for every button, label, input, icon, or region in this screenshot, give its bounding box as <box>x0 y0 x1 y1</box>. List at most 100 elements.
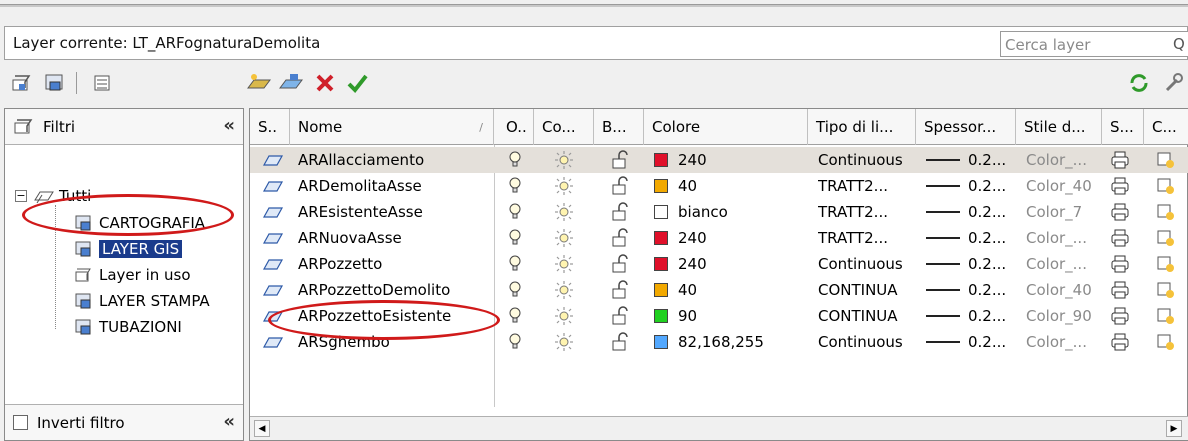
color-cell[interactable]: 40 <box>654 277 808 303</box>
invert-filter-checkbox[interactable] <box>13 415 28 430</box>
new-vp-freeze-icon[interactable] <box>1156 199 1186 225</box>
bulb-icon[interactable] <box>508 251 534 277</box>
table-row[interactable]: AREsistenteAsse bianco TRATT2... 0.2... … <box>250 199 1188 225</box>
new-vp-freeze-icon[interactable] <box>1156 225 1186 251</box>
scroll-right-icon[interactable]: ▶ <box>1166 420 1182 437</box>
bulb-icon[interactable] <box>508 147 534 173</box>
tree-item-layer-gis[interactable]: LAYER GIS <box>73 237 183 261</box>
new-vp-freeze-icon[interactable] <box>1156 329 1186 355</box>
column-lock[interactable]: B... <box>594 109 644 145</box>
tree-item-layer-in-uso[interactable]: Layer in uso <box>73 263 191 287</box>
plot-style-value[interactable]: Color_7 <box>1026 199 1102 225</box>
sun-icon[interactable] <box>554 329 584 355</box>
sun-icon[interactable] <box>554 277 584 303</box>
linetype-value[interactable]: TRATT2... <box>818 225 916 251</box>
plot-style-value[interactable]: Color_40 <box>1026 173 1102 199</box>
printer-icon[interactable] <box>1110 147 1140 173</box>
collapse-panel-button[interactable]: « <box>223 115 235 136</box>
delete-layer-icon[interactable] <box>310 68 340 98</box>
plot-style-value[interactable]: Color_... <box>1026 251 1102 277</box>
layer-name[interactable]: AREsistenteAsse <box>298 199 494 225</box>
layer-name[interactable]: ARPozzetto <box>298 251 494 277</box>
lineweight-cell[interactable]: 0.2... <box>926 329 1016 355</box>
table-row[interactable]: ARNuovaAsse 240 TRATT2... 0.2... Color_.… <box>250 225 1188 251</box>
lineweight-cell[interactable]: 0.2... <box>926 277 1016 303</box>
plot-style-value[interactable]: Color_40 <box>1026 277 1102 303</box>
unlock-icon[interactable] <box>610 251 640 277</box>
unlock-icon[interactable] <box>610 277 640 303</box>
color-cell[interactable]: 240 <box>654 225 808 251</box>
lineweight-cell[interactable]: 0.2... <box>926 251 1016 277</box>
tree-item-tubazioni[interactable]: TUBAZIONI <box>73 315 182 339</box>
bulb-icon[interactable] <box>508 199 534 225</box>
lineweight-cell[interactable]: 0.2... <box>926 225 1016 251</box>
column-freeze[interactable]: Co... <box>534 109 594 145</box>
printer-icon[interactable] <box>1110 225 1140 251</box>
linetype-value[interactable]: CONTINUA <box>818 277 916 303</box>
new-vp-freeze-icon[interactable] <box>1156 173 1186 199</box>
new-vp-freeze-icon[interactable] <box>1156 277 1186 303</box>
sun-icon[interactable] <box>554 225 584 251</box>
layer-name[interactable]: ARAllacciamento <box>298 147 494 173</box>
column-linetype[interactable]: Tipo di li... <box>808 109 916 145</box>
new-group-filter-icon[interactable] <box>40 68 70 98</box>
layer-states-icon[interactable] <box>88 68 118 98</box>
unlock-icon[interactable] <box>610 147 640 173</box>
sun-icon[interactable] <box>554 147 584 173</box>
color-cell[interactable]: 40 <box>654 173 808 199</box>
sun-icon[interactable] <box>554 199 584 225</box>
layer-name[interactable]: ARPozzettoDemolito <box>298 277 494 303</box>
color-cell[interactable]: 240 <box>654 251 808 277</box>
plot-style-value[interactable]: Color_... <box>1026 147 1102 173</box>
new-vp-freeze-icon[interactable] <box>1156 147 1186 173</box>
unlock-icon[interactable] <box>610 303 640 329</box>
printer-icon[interactable] <box>1110 277 1140 303</box>
plot-style-value[interactable]: Color_... <box>1026 225 1102 251</box>
tree-item-layer-stampa[interactable]: LAYER STAMPA <box>73 289 210 313</box>
horizontal-scrollbar[interactable]: ◀ ▶ <box>250 416 1188 440</box>
unlock-icon[interactable] <box>610 329 640 355</box>
color-cell[interactable]: 90 <box>654 303 808 329</box>
new-layer-vp-frozen-icon[interactable] <box>276 68 306 98</box>
unlock-icon[interactable] <box>610 225 640 251</box>
table-row[interactable]: ARDemolitaAsse 40 TRATT2... 0.2... Color… <box>250 173 1188 199</box>
printer-icon[interactable] <box>1110 199 1140 225</box>
linetype-value[interactable]: TRATT2... <box>818 199 916 225</box>
printer-icon[interactable] <box>1110 329 1140 355</box>
refresh-icon[interactable] <box>1124 68 1154 98</box>
layer-name[interactable]: ARDemolitaAsse <box>298 173 494 199</box>
linetype-value[interactable]: TRATT2... <box>818 173 916 199</box>
set-current-icon[interactable] <box>342 68 372 98</box>
bulb-icon[interactable] <box>508 225 534 251</box>
settings-wrench-icon[interactable] <box>1158 68 1188 98</box>
color-cell[interactable]: bianco <box>654 199 808 225</box>
linetype-value[interactable]: Continuous <box>818 147 916 173</box>
column-status[interactable]: S.. <box>250 109 290 145</box>
new-vp-freeze-icon[interactable] <box>1156 251 1186 277</box>
lineweight-cell[interactable]: 0.2... <box>926 147 1016 173</box>
column-name[interactable]: Nome / <box>290 109 494 145</box>
unlock-icon[interactable] <box>610 199 640 225</box>
sun-icon[interactable] <box>554 303 584 329</box>
tree-expander[interactable]: − <box>15 190 27 202</box>
lineweight-cell[interactable]: 0.2... <box>926 173 1016 199</box>
new-layer-icon[interactable] <box>244 68 274 98</box>
column-plot-style[interactable]: Stile d... <box>1016 109 1102 145</box>
table-row[interactable]: ARAllacciamento 240 Continuous 0.2... Co… <box>250 147 1188 173</box>
lineweight-cell[interactable]: 0.2... <box>926 199 1016 225</box>
printer-icon[interactable] <box>1110 173 1140 199</box>
new-vp-freeze-icon[interactable] <box>1156 303 1186 329</box>
new-property-filter-icon[interactable] <box>8 68 38 98</box>
plot-style-value[interactable]: Color_90 <box>1026 303 1102 329</box>
linetype-value[interactable]: CONTINUA <box>818 303 916 329</box>
unlock-icon[interactable] <box>610 173 640 199</box>
search-icon[interactable]: Q <box>1173 35 1185 53</box>
bulb-icon[interactable] <box>508 173 534 199</box>
sun-icon[interactable] <box>554 251 584 277</box>
column-plot[interactable]: S... <box>1102 109 1144 145</box>
collapse-filter-button[interactable]: « <box>223 411 235 432</box>
search-layer-input[interactable]: Cerca layer Q <box>1000 31 1188 57</box>
bulb-icon[interactable] <box>508 277 534 303</box>
table-row[interactable]: ARPozzetto 240 Continuous 0.2... Color_.… <box>250 251 1188 277</box>
column-on[interactable]: O.. <box>498 109 534 145</box>
